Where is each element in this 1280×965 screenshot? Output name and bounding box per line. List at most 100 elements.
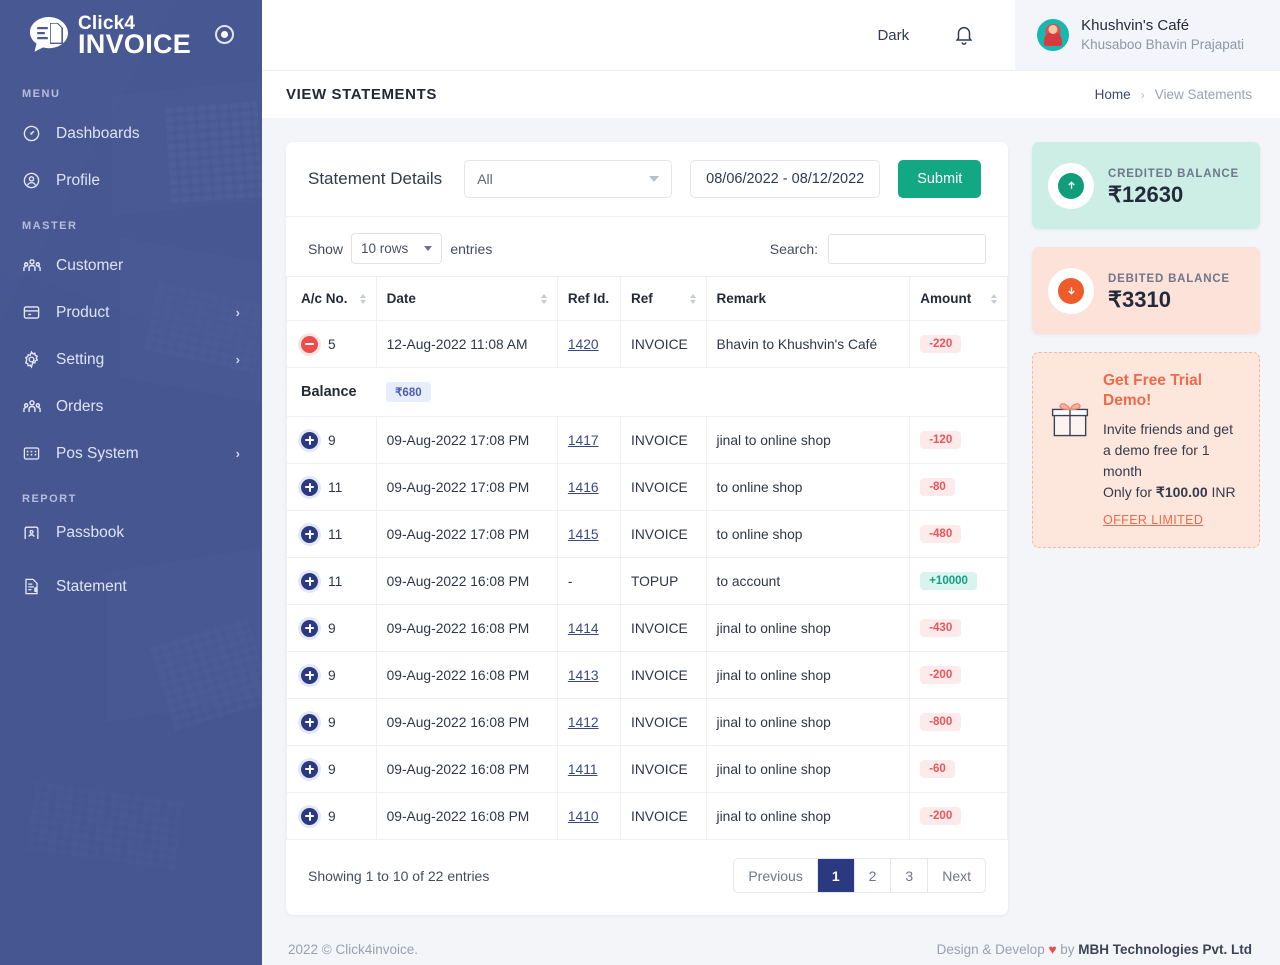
- amount-pill: -60: [920, 760, 955, 778]
- sidebar-item-orders[interactable]: Orders: [0, 383, 262, 430]
- col-header-ref[interactable]: Ref: [621, 277, 707, 321]
- credited-value: ₹12630: [1108, 182, 1183, 207]
- row-expand-plus-icon[interactable]: [301, 667, 318, 684]
- ref-id-link[interactable]: 1411: [568, 762, 598, 777]
- col-header-amount[interactable]: Amount: [910, 277, 1008, 321]
- sidebar-item-profile[interactable]: Profile: [0, 157, 262, 204]
- cell-amount: -200: [910, 652, 1008, 699]
- col-header-label: Ref: [631, 291, 653, 306]
- cell-ref: INVOICE: [621, 417, 707, 464]
- rows-per-page-select[interactable]: 10 rows: [351, 233, 442, 264]
- amount-pill: -220: [920, 335, 961, 353]
- row-expand-minus-icon[interactable]: [301, 336, 318, 353]
- col-header-ac-no[interactable]: A/c No.: [287, 277, 377, 321]
- table-head: A/c No. Date Ref Id. Ref Remark Amount: [287, 277, 1008, 321]
- submit-button[interactable]: Submit: [898, 160, 981, 198]
- statements-panel: Statement Details All 08/06/2022 - 08/12…: [286, 142, 1008, 915]
- row-expand-plus-icon[interactable]: [301, 526, 318, 543]
- free-trial-promo-card: Get Free Trial Demo! Invite friends and …: [1032, 352, 1260, 548]
- ref-id-link[interactable]: 1415: [568, 527, 599, 542]
- account-text: Khushvin's Café Khusaboo Bhavin Prajapat…: [1081, 16, 1244, 54]
- account-name: Khushvin's Café: [1081, 17, 1189, 34]
- cell-ac-no: 9: [287, 793, 377, 840]
- cell-ref: INVOICE: [621, 652, 707, 699]
- ref-id-link[interactable]: 1412: [568, 715, 599, 730]
- cell-date: 09-Aug-2022 16:08 PM: [376, 652, 557, 699]
- cell-date: 09-Aug-2022 16:08 PM: [376, 699, 557, 746]
- balance-empty-cell: [621, 368, 707, 417]
- row-expand-plus-icon[interactable]: [301, 620, 318, 637]
- credited-label: CREDITED BALANCE: [1108, 168, 1239, 180]
- col-header-label: Amount: [920, 291, 971, 306]
- row-expand-plus-icon[interactable]: [301, 714, 318, 731]
- dark-mode-toggle[interactable]: Dark: [877, 27, 909, 44]
- sidebar-section-label-master: MASTER: [0, 204, 262, 242]
- notification-bell-icon[interactable]: [953, 24, 975, 46]
- search-label: Search:: [770, 241, 818, 257]
- cell-ac-no: 9: [287, 699, 377, 746]
- sidebar-section-label-menu: MENU: [0, 72, 262, 110]
- credited-icon-wrap: [1048, 163, 1094, 209]
- ac-no-value: 9: [328, 621, 336, 636]
- footer-credit-prefix: Design & Develop: [937, 942, 1049, 957]
- ac-no-value: 11: [328, 527, 342, 542]
- pagination-previous[interactable]: Previous: [734, 859, 817, 892]
- pagination-next[interactable]: Next: [928, 859, 985, 892]
- col-header-label: Remark: [717, 291, 767, 306]
- filter-bar: Statement Details All 08/06/2022 - 08/12…: [286, 142, 1008, 217]
- breadcrumb-home[interactable]: Home: [1095, 87, 1131, 102]
- cell-ref-id: 1417: [557, 417, 620, 464]
- breadcrumb-current: View Satements: [1155, 87, 1252, 102]
- promo-price-suffix: INR: [1208, 484, 1236, 500]
- filter-title: Statement Details: [308, 169, 442, 189]
- account-user: Khusaboo Bhavin Prajapati: [1081, 37, 1244, 52]
- sidebar-item-customer[interactable]: Customer: [0, 242, 262, 289]
- app-root: Click4 INVOICE MENU Dashboards Profile: [0, 0, 1280, 965]
- ref-id-link[interactable]: 1417: [568, 433, 599, 448]
- brand-line-2: INVOICE: [78, 29, 191, 59]
- cell-remark: jinal to online shop: [706, 699, 910, 746]
- sidebar-item-product[interactable]: Product ›: [0, 289, 262, 336]
- pagination: Previous123Next: [733, 858, 986, 893]
- sidebar-item-setting[interactable]: Setting ›: [0, 336, 262, 383]
- cell-ref: INVOICE: [621, 321, 707, 368]
- col-header-date[interactable]: Date: [376, 277, 557, 321]
- pagination-1[interactable]: 1: [818, 859, 855, 892]
- pagination-2[interactable]: 2: [855, 859, 892, 892]
- cell-ref: INVOICE: [621, 511, 707, 558]
- brand-logo[interactable]: Click4 INVOICE: [0, 0, 262, 72]
- search-input[interactable]: [828, 234, 986, 264]
- amount-pill: -480: [920, 525, 961, 543]
- search-control: Search:: [770, 234, 986, 264]
- row-expand-plus-icon[interactable]: [301, 573, 318, 590]
- sidebar-item-dashboards[interactable]: Dashboards: [0, 110, 262, 157]
- sidebar-item-statement[interactable]: Statement: [0, 563, 262, 610]
- account-menu[interactable]: Khushvin's Café Khusaboo Bhavin Prajapat…: [1015, 0, 1280, 70]
- pagination-3[interactable]: 3: [891, 859, 928, 892]
- statement-type-select[interactable]: All: [464, 160, 672, 198]
- cell-date: 09-Aug-2022 17:08 PM: [376, 464, 557, 511]
- sidebar-collapse-icon[interactable]: [215, 25, 234, 44]
- row-expand-plus-icon[interactable]: [301, 808, 318, 825]
- row-expand-plus-icon[interactable]: [301, 432, 318, 449]
- col-header-ref-id[interactable]: Ref Id.: [557, 277, 620, 321]
- ref-id-link[interactable]: 1413: [568, 668, 599, 683]
- row-expand-plus-icon[interactable]: [301, 479, 318, 496]
- sort-icon: [690, 294, 696, 304]
- showing-entries-text: Showing 1 to 10 of 22 entries: [308, 868, 489, 884]
- ref-id-link[interactable]: 1410: [568, 809, 599, 824]
- sidebar-item-passbook[interactable]: Passbook: [0, 515, 262, 539]
- table-row: 512-Aug-2022 11:08 AM1420INVOICEBhavin t…: [287, 321, 1008, 368]
- ref-id-link[interactable]: 1420: [568, 337, 599, 352]
- col-header-remark[interactable]: Remark: [706, 277, 910, 321]
- statements-table: A/c No. Date Ref Id. Ref Remark Amount 5…: [286, 276, 1008, 840]
- table-row: 909-Aug-2022 16:08 PM1413INVOICEjinal to…: [287, 652, 1008, 699]
- date-range-input[interactable]: 08/06/2022 - 08/12/2022: [690, 160, 880, 198]
- ref-id-link[interactable]: 1414: [568, 621, 599, 636]
- sidebar-item-pos-system[interactable]: Pos System ›: [0, 430, 262, 477]
- cell-remark: jinal to online shop: [706, 417, 910, 464]
- row-expand-plus-icon[interactable]: [301, 761, 318, 778]
- ref-id-link[interactable]: 1416: [568, 480, 599, 495]
- offer-limited-link[interactable]: OFFER LIMITED: [1103, 513, 1203, 527]
- ac-no-value: 9: [328, 809, 336, 824]
